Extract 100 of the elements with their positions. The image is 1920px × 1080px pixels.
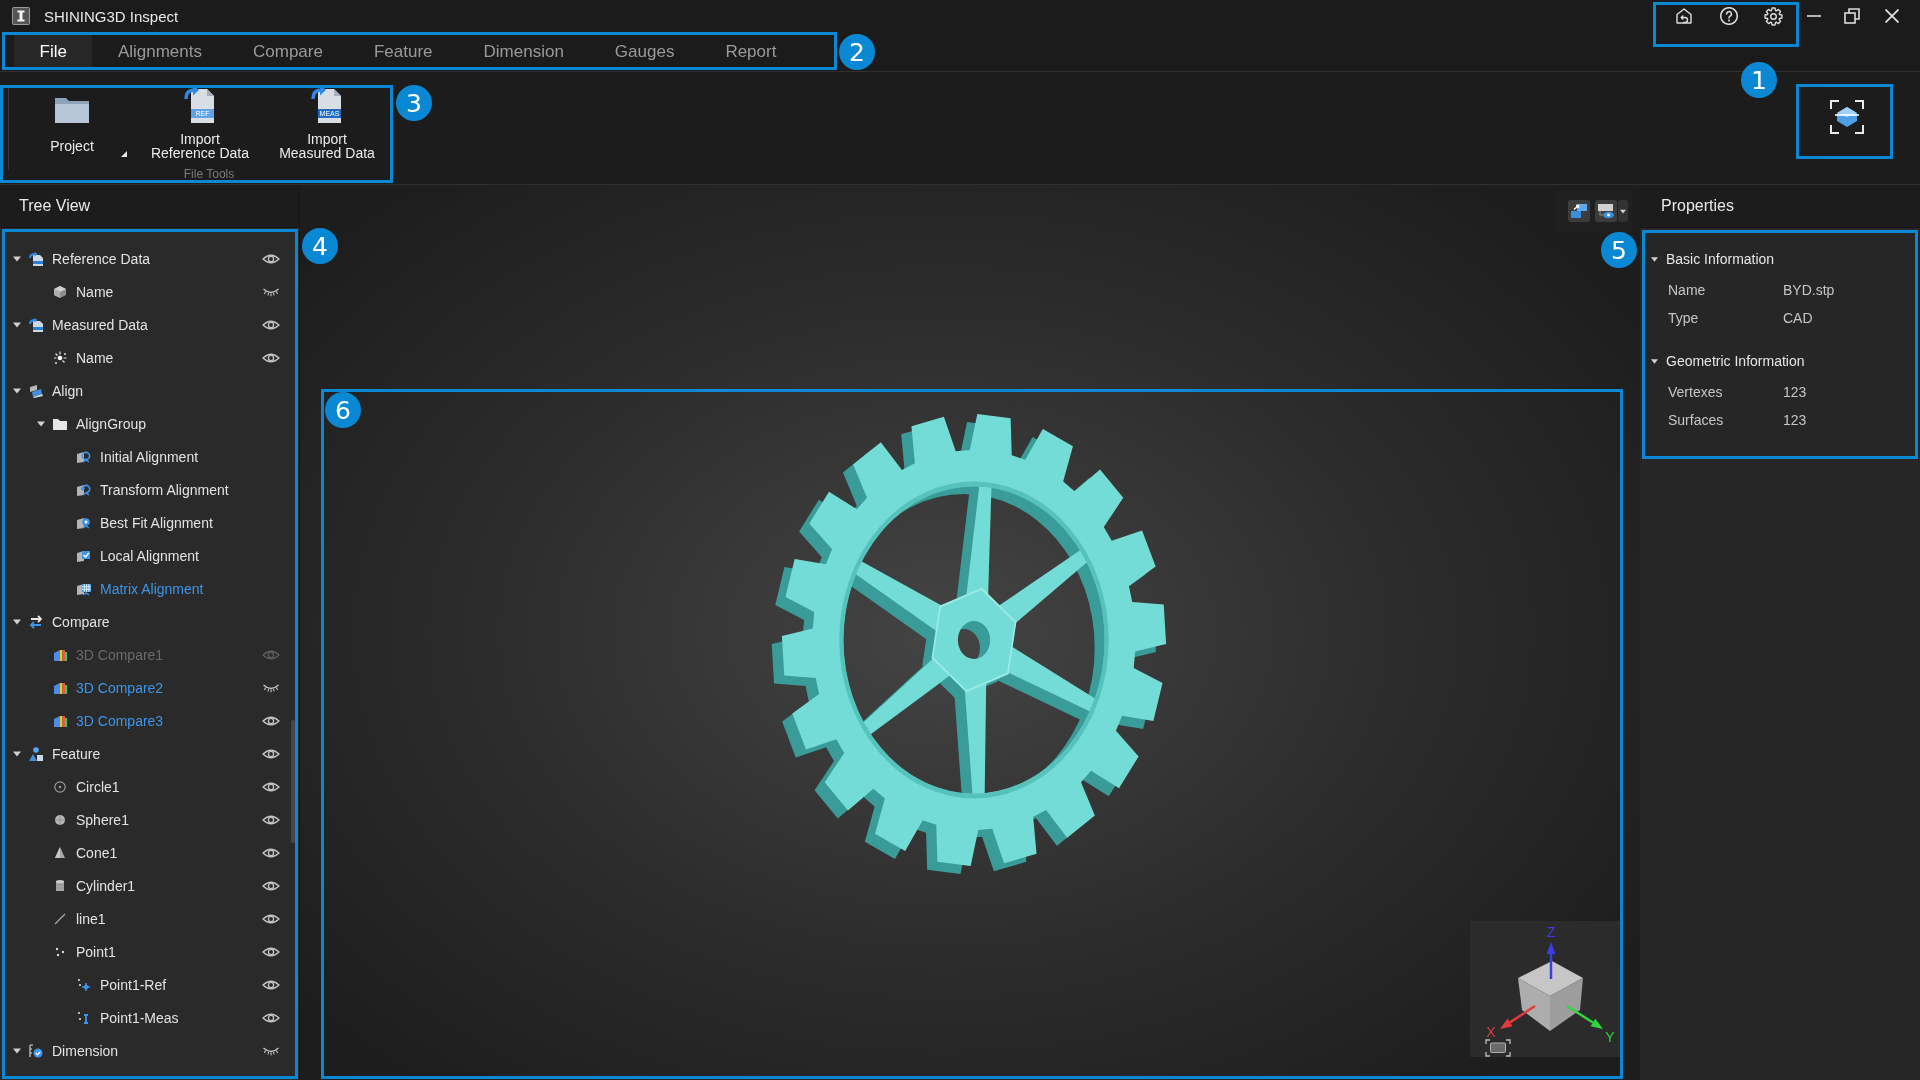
screens-arrow-icon xyxy=(1570,202,1588,220)
tree-item[interactable]: Point1-Meas xyxy=(100,1009,179,1026)
ribbon-group-label: File Tools xyxy=(182,167,236,181)
eye-icon[interactable] xyxy=(262,351,280,364)
tree-item[interactable]: Transform Alignment xyxy=(100,481,229,498)
tree-item[interactable]: 3D Compare3 xyxy=(76,712,164,729)
eye-icon[interactable] xyxy=(262,813,280,826)
document-icon xyxy=(191,89,214,123)
swap-arrows-icon xyxy=(28,613,44,630)
tree-item[interactable]: Point1 xyxy=(76,943,116,960)
eye-icon[interactable] xyxy=(262,714,280,727)
eye-icon[interactable] xyxy=(262,252,280,265)
caret-down-icon[interactable] xyxy=(13,1046,21,1055)
tree-item[interactable]: Name xyxy=(76,283,114,300)
menu-tab[interactable]: Report xyxy=(699,35,802,68)
tree-item[interactable]: line1 xyxy=(76,910,106,927)
caret-down-icon[interactable] xyxy=(37,419,45,428)
eye-icon[interactable] xyxy=(262,780,280,793)
eye-icon[interactable] xyxy=(262,1011,280,1024)
caret-down-icon xyxy=(1620,208,1626,214)
tree-item[interactable]: Dimension xyxy=(52,1042,119,1059)
caret-down-icon[interactable] xyxy=(13,386,21,395)
circle-icon xyxy=(52,778,68,795)
menu-tab[interactable]: Compare xyxy=(227,35,349,68)
tree-item[interactable]: Circle1 xyxy=(76,778,120,795)
tree-item[interactable]: Cylinder1 xyxy=(76,877,136,894)
eye-icon[interactable] xyxy=(262,846,280,859)
axis-label: X xyxy=(1486,1024,1496,1040)
app-logo-icon xyxy=(12,7,30,25)
property-value: 123 xyxy=(1783,412,1807,428)
project-button[interactable]: Project xyxy=(29,80,115,160)
eye-icon[interactable] xyxy=(262,879,280,892)
caret-down-icon[interactable] xyxy=(1651,255,1658,263)
ruler-check-icon xyxy=(28,1042,44,1059)
help-icon xyxy=(1719,7,1738,25)
tree-item[interactable]: AlignGroup xyxy=(76,415,147,432)
minimize-icon xyxy=(1807,15,1821,17)
shapes-icon xyxy=(28,745,44,762)
panel-title: Properties xyxy=(1661,197,1734,215)
eye-icon[interactable] xyxy=(262,318,280,331)
tree-item[interactable]: Align xyxy=(52,382,84,399)
menu-tab[interactable]: Alignments xyxy=(92,35,228,68)
eye-icon[interactable] xyxy=(262,945,280,958)
point-cloud-icon xyxy=(52,349,68,366)
settings-icon xyxy=(1764,6,1783,26)
tree-item[interactable]: Compare xyxy=(52,613,110,630)
property-value: CAD xyxy=(1783,310,1813,326)
folder-icon xyxy=(55,98,89,123)
property-label: Surfaces xyxy=(1668,412,1725,428)
eye-icon[interactable] xyxy=(262,747,280,760)
property-label: Vertexes xyxy=(1668,384,1724,400)
tree-item[interactable]: Initial Alignment xyxy=(100,448,199,465)
restore-icon xyxy=(1844,8,1860,24)
tree-item[interactable]: Local Alignment xyxy=(100,547,199,564)
tree-item[interactable]: Name xyxy=(76,349,114,366)
document-arrow-icon xyxy=(28,250,44,267)
scrollbar-thumb[interactable] xyxy=(291,720,295,843)
tree-item[interactable]: Matrix Alignment xyxy=(100,580,204,597)
window-title: SHINING3D Inspect xyxy=(44,7,179,25)
menu-tab[interactable]: Dimension xyxy=(458,35,590,68)
screen-eye-icon xyxy=(1597,202,1615,220)
eye-icon[interactable] xyxy=(262,912,280,925)
tree-item[interactable]: Cone1 xyxy=(76,844,118,861)
house-arrow-icon xyxy=(1675,8,1692,24)
menu-tab[interactable]: Gauges xyxy=(589,35,700,68)
view-options-dropdown[interactable] xyxy=(1618,200,1628,222)
view-visibility-button[interactable] xyxy=(1595,200,1617,222)
corner-triangle-icon[interactable] xyxy=(121,151,127,157)
tree-item[interactable]: Reference Data xyxy=(52,250,151,267)
caret-down-icon[interactable] xyxy=(13,254,21,263)
fit-view-icon[interactable] xyxy=(1485,1039,1511,1057)
tree-item[interactable]: 3D Compare2 xyxy=(76,679,164,696)
tree-item[interactable]: Feature xyxy=(52,745,101,762)
menu-tab[interactable]: File xyxy=(14,35,93,68)
section-header[interactable]: Geometric Information xyxy=(1666,353,1805,369)
bracketed-gem-icon xyxy=(1829,99,1865,135)
document-arrow-icon xyxy=(28,316,44,333)
tree-item[interactable]: Sphere1 xyxy=(76,811,129,828)
caret-down-icon[interactable] xyxy=(13,617,21,626)
axis-label: Z xyxy=(1546,924,1556,940)
property-value: 123 xyxy=(1783,384,1807,400)
section-header[interactable]: Basic Information xyxy=(1666,251,1775,267)
property-label: Type xyxy=(1668,310,1700,326)
view-cube[interactable] xyxy=(1518,961,1583,1031)
property-value: BYD.stp xyxy=(1783,282,1835,298)
axis-label: Y xyxy=(1605,1029,1615,1045)
dots-crosshair-icon xyxy=(76,976,92,993)
panel-title: Tree View xyxy=(19,197,91,215)
tree-item[interactable]: Measured Data xyxy=(52,316,148,333)
caret-down-icon[interactable] xyxy=(13,749,21,758)
caret-down-icon[interactable] xyxy=(1651,357,1658,365)
cube-icon xyxy=(52,283,68,300)
caret-down-icon[interactable] xyxy=(13,320,21,329)
stacked-blocks-icon xyxy=(28,382,44,399)
menu-tab[interactable]: Feature xyxy=(348,35,459,68)
close-icon xyxy=(1885,9,1899,23)
eye-icon[interactable] xyxy=(262,978,280,991)
tree-item[interactable]: Best Fit Alignment xyxy=(100,514,213,531)
view-sync-button[interactable] xyxy=(1568,200,1590,222)
tree-item[interactable]: Point1-Ref xyxy=(100,976,167,993)
